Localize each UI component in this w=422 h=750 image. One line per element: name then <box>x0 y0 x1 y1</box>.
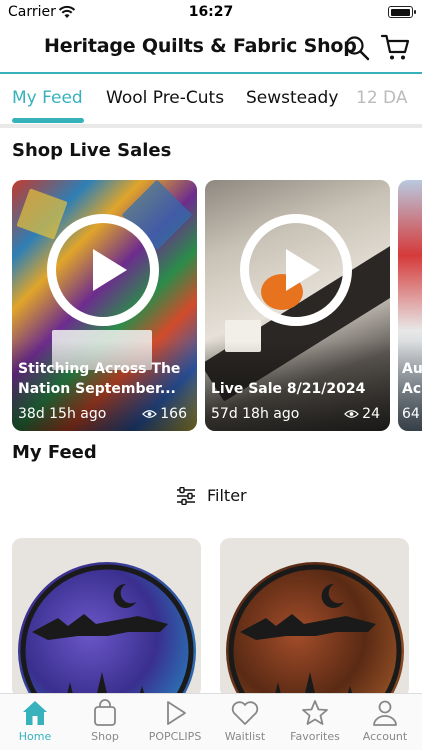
live-sale-title: Stitching Across The Nation September... <box>18 361 181 397</box>
nav-waitlist[interactable]: Waitlist <box>210 698 280 743</box>
tab-wool-pre-cuts[interactable]: Wool Pre-Cuts <box>106 88 224 108</box>
nav-popclips[interactable]: POPCLIPS <box>140 698 210 743</box>
category-tabs: My Feed Wool Pre-Cuts Sewsteady 12 DA <box>0 74 422 124</box>
shop-title: Heritage Quilts & Fabric Shop <box>44 35 357 57</box>
view-count-value: 166 <box>160 406 187 422</box>
heart-icon <box>231 701 259 725</box>
nav-shop[interactable]: Shop <box>70 698 140 743</box>
active-tab-indicator <box>12 118 84 123</box>
tabs-divider <box>0 124 422 128</box>
view-count-value: 24 <box>362 406 380 422</box>
live-sale-title: Live Sale 8/21/2024 <box>211 381 366 397</box>
person-icon <box>373 700 397 726</box>
feed-heading: My Feed <box>12 442 97 463</box>
live-sale-card[interactable]: Live Sale 8/21/2024 57d 18h ago 24 <box>205 180 390 431</box>
nav-label: POPCLIPS <box>148 730 202 743</box>
eye-icon <box>142 410 158 418</box>
play-icon <box>167 701 186 725</box>
app-header: Heritage Quilts & Fabric Shop <box>0 26 422 72</box>
live-sale-card[interactable]: Stitching Across The Nation September...… <box>12 180 197 431</box>
feed-item[interactable] <box>12 538 201 698</box>
live-sale-time: 64 <box>402 406 420 422</box>
view-count: 24 <box>344 406 380 422</box>
nav-home[interactable]: Home <box>0 698 70 743</box>
eye-icon <box>344 410 360 418</box>
filter-label: Filter <box>207 486 247 505</box>
home-icon <box>23 701 47 725</box>
live-sale-card[interactable]: Au Ac 64 <box>398 180 422 431</box>
feed-item[interactable] <box>220 538 409 698</box>
live-sale-title: Au Ac <box>402 361 422 397</box>
clock: 16:27 <box>188 4 234 20</box>
tab-my-feed[interactable]: My Feed <box>12 88 83 108</box>
star-icon <box>302 700 328 725</box>
filter-button[interactable]: Filter <box>0 484 422 508</box>
nav-label: Shop <box>91 730 119 743</box>
view-count: 166 <box>142 406 187 422</box>
status-bar: Carrier 16:27 <box>0 0 422 24</box>
sleigh-silhouette <box>20 564 194 698</box>
nav-account[interactable]: Account <box>350 698 420 743</box>
bag-icon <box>94 699 116 726</box>
search-icon[interactable] <box>343 34 371 62</box>
tab-12-days[interactable]: 12 DA <box>356 88 407 108</box>
bottom-navigation: Home Shop POPCLIPS Waitlist Favorites Ac… <box>0 693 422 750</box>
live-sales-heading: Shop Live Sales <box>12 140 172 161</box>
nav-favorites[interactable]: Favorites <box>280 698 350 743</box>
nav-label: Account <box>362 730 408 743</box>
quilt-pattern <box>16 188 68 240</box>
nav-label: Home <box>18 730 52 743</box>
nav-label: Favorites <box>290 730 340 743</box>
tab-sewsteady[interactable]: Sewsteady <box>246 88 338 108</box>
sleigh-silhouette <box>228 564 402 698</box>
play-icon[interactable] <box>47 214 159 326</box>
live-sales-carousel[interactable]: Stitching Across The Nation September...… <box>12 180 422 432</box>
battery-icon <box>388 6 416 18</box>
sliders-icon <box>177 487 195 505</box>
nav-label: Waitlist <box>224 730 266 743</box>
play-icon[interactable] <box>240 214 352 326</box>
cart-icon[interactable] <box>380 32 410 62</box>
